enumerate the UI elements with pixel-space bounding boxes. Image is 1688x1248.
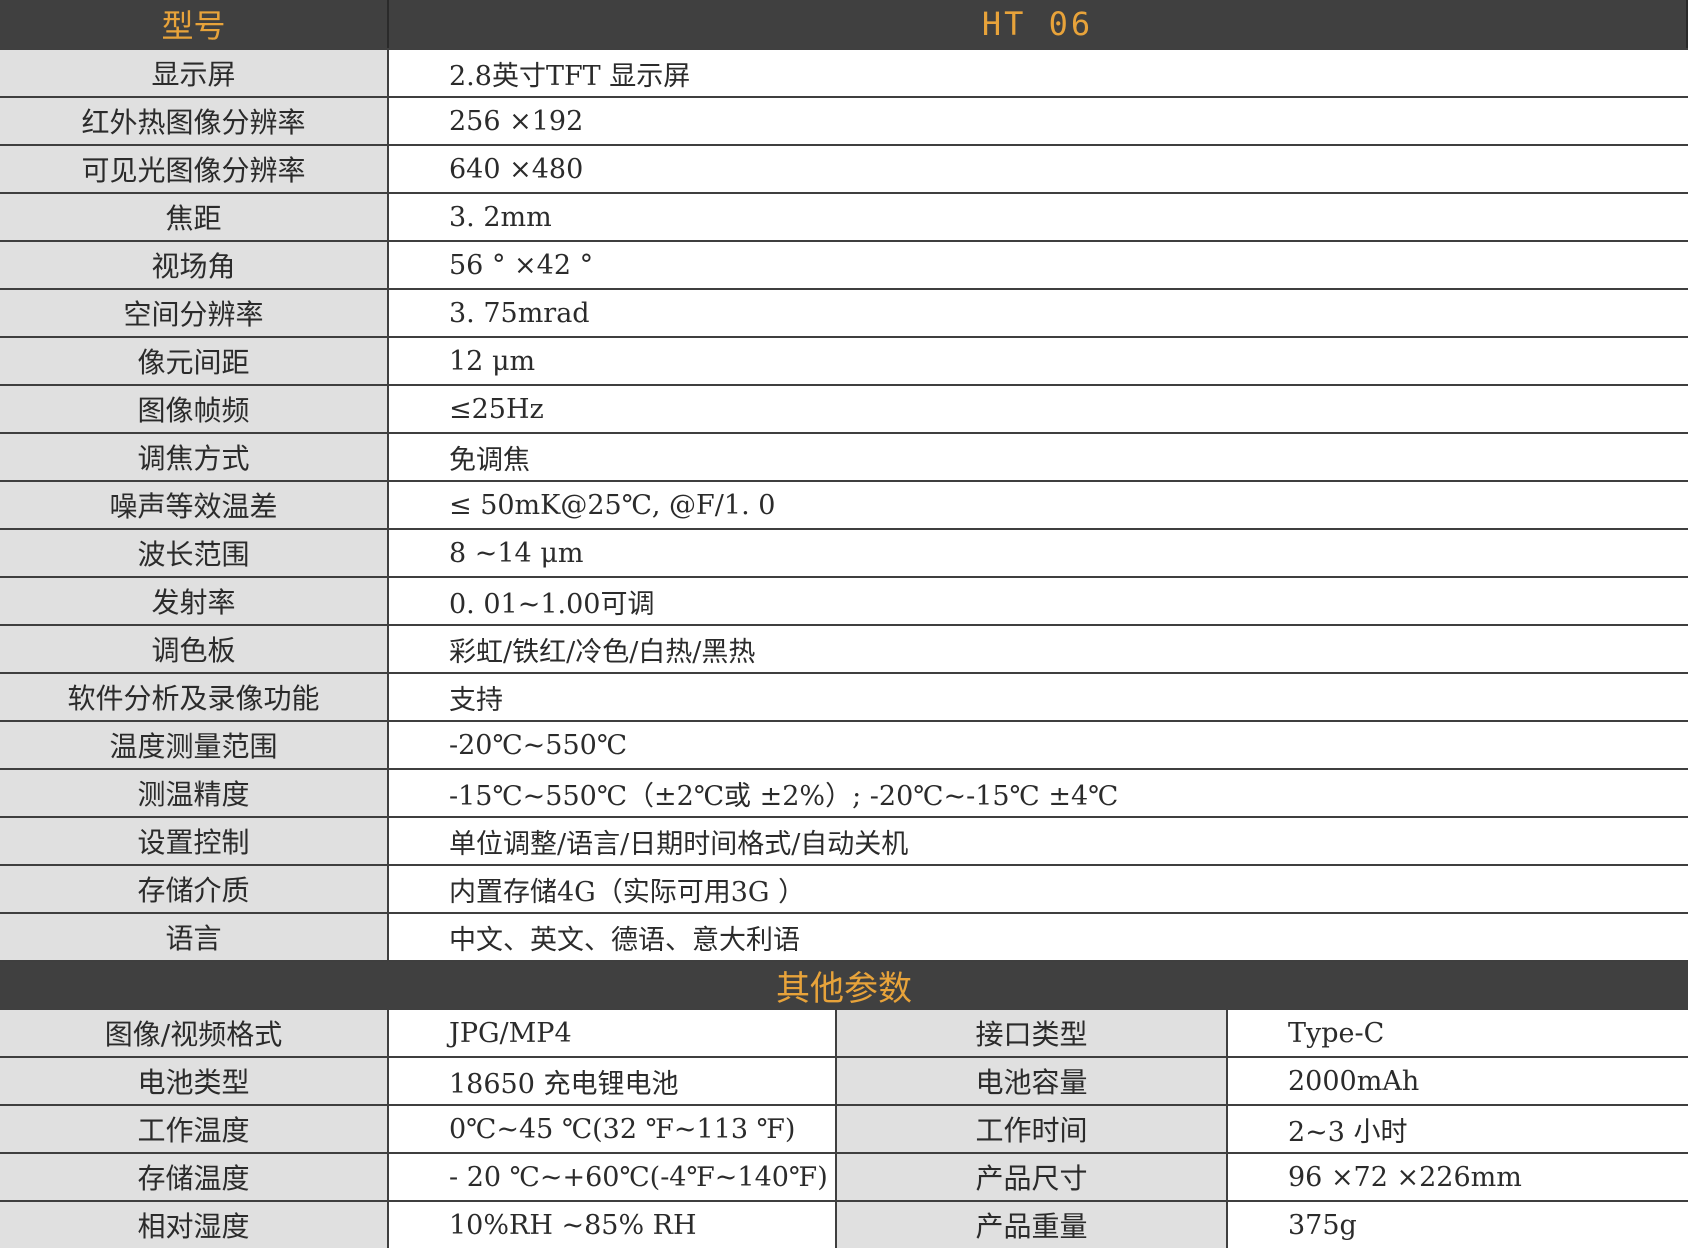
spec-label: 波长范围 bbox=[0, 530, 389, 576]
param-label: 产品重量 bbox=[837, 1202, 1228, 1248]
param-row: 存储温度 - 20 ℃~+60℃(-4℉~140℉) 产品尺寸 96 ×72 ×… bbox=[0, 1154, 1688, 1202]
spec-value: ≤25Hz bbox=[389, 386, 1688, 432]
spec-row: 焦距 3. 2mm bbox=[0, 194, 1688, 242]
spec-row: 波长范围 8 ~14 μm bbox=[0, 530, 1688, 578]
spec-value: 单位调整/语言/日期时间格式/自动关机 bbox=[389, 818, 1688, 864]
spec-value: 640 ×480 bbox=[389, 146, 1688, 192]
param-label: 图像/视频格式 bbox=[0, 1010, 389, 1056]
spec-value: 免调焦 bbox=[389, 434, 1688, 480]
spec-value: 支持 bbox=[389, 674, 1688, 720]
spec-label: 红外热图像分辨率 bbox=[0, 98, 389, 144]
spec-label: 像元间距 bbox=[0, 338, 389, 384]
spec-row: 显示屏 2.8英寸TFT 显示屏 bbox=[0, 50, 1688, 98]
param-label: 相对湿度 bbox=[0, 1202, 389, 1248]
spec-label: 空间分辨率 bbox=[0, 290, 389, 336]
spec-row: 存储介质 内置存储4G（实际可用3G ） bbox=[0, 866, 1688, 914]
spec-row: 语言 中文、英文、德语、意大利语 bbox=[0, 914, 1688, 962]
spec-label: 设置控制 bbox=[0, 818, 389, 864]
param-value: - 20 ℃~+60℃(-4℉~140℉) bbox=[389, 1154, 837, 1200]
param-value: 10%RH ~85% RH bbox=[389, 1202, 837, 1248]
spec-value: 256 ×192 bbox=[389, 98, 1688, 144]
spec-row: 视场角 56 ° ×42 ° bbox=[0, 242, 1688, 290]
spec-label: 视场角 bbox=[0, 242, 389, 288]
param-label: 存储温度 bbox=[0, 1154, 389, 1200]
spec-row: 测温精度 -15℃~550℃（±2℃或 ±2%）; -20℃~-15℃ ±4℃ bbox=[0, 770, 1688, 818]
spec-label: 语言 bbox=[0, 914, 389, 960]
param-label: 工作温度 bbox=[0, 1106, 389, 1152]
spec-label: 温度测量范围 bbox=[0, 722, 389, 768]
model-header-row: 型号 HT 06 bbox=[0, 0, 1688, 50]
spec-label: 噪声等效温差 bbox=[0, 482, 389, 528]
spec-label: 显示屏 bbox=[0, 50, 389, 96]
spec-row: 可见光图像分辨率 640 ×480 bbox=[0, 146, 1688, 194]
param-label: 产品尺寸 bbox=[837, 1154, 1228, 1200]
spec-label: 可见光图像分辨率 bbox=[0, 146, 389, 192]
spec-row: 软件分析及录像功能 支持 bbox=[0, 674, 1688, 722]
param-value: Type-C bbox=[1228, 1010, 1688, 1056]
spec-row: 红外热图像分辨率 256 ×192 bbox=[0, 98, 1688, 146]
spec-value: 内置存储4G（实际可用3G ） bbox=[389, 866, 1688, 912]
spec-label: 发射率 bbox=[0, 578, 389, 624]
spec-sheet: 型号 HT 06 显示屏 2.8英寸TFT 显示屏 红外热图像分辨率 256 ×… bbox=[0, 0, 1688, 1248]
spec-label: 存储介质 bbox=[0, 866, 389, 912]
spec-row: 调色板 彩虹/铁红/冷色/白热/黑热 bbox=[0, 626, 1688, 674]
spec-label: 调色板 bbox=[0, 626, 389, 672]
spec-value: -20℃~550℃ bbox=[389, 722, 1688, 768]
spec-value: 中文、英文、德语、意大利语 bbox=[389, 914, 1688, 960]
spec-row: 像元间距 12 μm bbox=[0, 338, 1688, 386]
model-label: 型号 bbox=[0, 0, 389, 48]
param-label: 接口类型 bbox=[837, 1010, 1228, 1056]
param-label: 工作时间 bbox=[837, 1106, 1228, 1152]
param-label: 电池类型 bbox=[0, 1058, 389, 1104]
param-value: JPG/MP4 bbox=[389, 1010, 837, 1056]
spec-row: 调焦方式 免调焦 bbox=[0, 434, 1688, 482]
spec-label: 调焦方式 bbox=[0, 434, 389, 480]
spec-value: 56 ° ×42 ° bbox=[389, 242, 1688, 288]
spec-value: 2.8英寸TFT 显示屏 bbox=[389, 50, 1688, 96]
param-row: 工作温度 0℃~45 ℃(32 ℉~113 ℉) 工作时间 2~3 小时 bbox=[0, 1106, 1688, 1154]
spec-value: 彩虹/铁红/冷色/白热/黑热 bbox=[389, 626, 1688, 672]
spec-value: 3. 75mrad bbox=[389, 290, 1688, 336]
spec-row: 空间分辨率 3. 75mrad bbox=[0, 290, 1688, 338]
spec-row: 发射率 0. 01~1.00可调 bbox=[0, 578, 1688, 626]
spec-row: 设置控制 单位调整/语言/日期时间格式/自动关机 bbox=[0, 818, 1688, 866]
param-value: 18650 充电锂电池 bbox=[389, 1058, 837, 1104]
spec-value: 8 ~14 μm bbox=[389, 530, 1688, 576]
param-value: 375g bbox=[1228, 1202, 1688, 1248]
param-row: 图像/视频格式 JPG/MP4 接口类型 Type-C bbox=[0, 1010, 1688, 1058]
section-title: 其他参数 bbox=[0, 962, 1688, 1008]
spec-row: 图像帧频 ≤25Hz bbox=[0, 386, 1688, 434]
spec-label: 软件分析及录像功能 bbox=[0, 674, 389, 720]
spec-value: ≤ 50mK@25℃, @F/1. 0 bbox=[389, 482, 1688, 528]
spec-value: 0. 01~1.00可调 bbox=[389, 578, 1688, 624]
spec-value: -15℃~550℃（±2℃或 ±2%）; -20℃~-15℃ ±4℃ bbox=[389, 770, 1688, 816]
spec-row: 温度测量范围 -20℃~550℃ bbox=[0, 722, 1688, 770]
param-row: 相对湿度 10%RH ~85% RH 产品重量 375g bbox=[0, 1202, 1688, 1248]
spec-label: 焦距 bbox=[0, 194, 389, 240]
model-value: HT 06 bbox=[389, 0, 1688, 48]
param-value: 0℃~45 ℃(32 ℉~113 ℉) bbox=[389, 1106, 837, 1152]
param-value: 96 ×72 ×226mm bbox=[1228, 1154, 1688, 1200]
spec-value: 3. 2mm bbox=[389, 194, 1688, 240]
param-value: 2~3 小时 bbox=[1228, 1106, 1688, 1152]
spec-row: 噪声等效温差 ≤ 50mK@25℃, @F/1. 0 bbox=[0, 482, 1688, 530]
spec-label: 测温精度 bbox=[0, 770, 389, 816]
spec-value: 12 μm bbox=[389, 338, 1688, 384]
param-value: 2000mAh bbox=[1228, 1058, 1688, 1104]
section-header-row: 其他参数 bbox=[0, 962, 1688, 1010]
param-label: 电池容量 bbox=[837, 1058, 1228, 1104]
spec-label: 图像帧频 bbox=[0, 386, 389, 432]
param-row: 电池类型 18650 充电锂电池 电池容量 2000mAh bbox=[0, 1058, 1688, 1106]
